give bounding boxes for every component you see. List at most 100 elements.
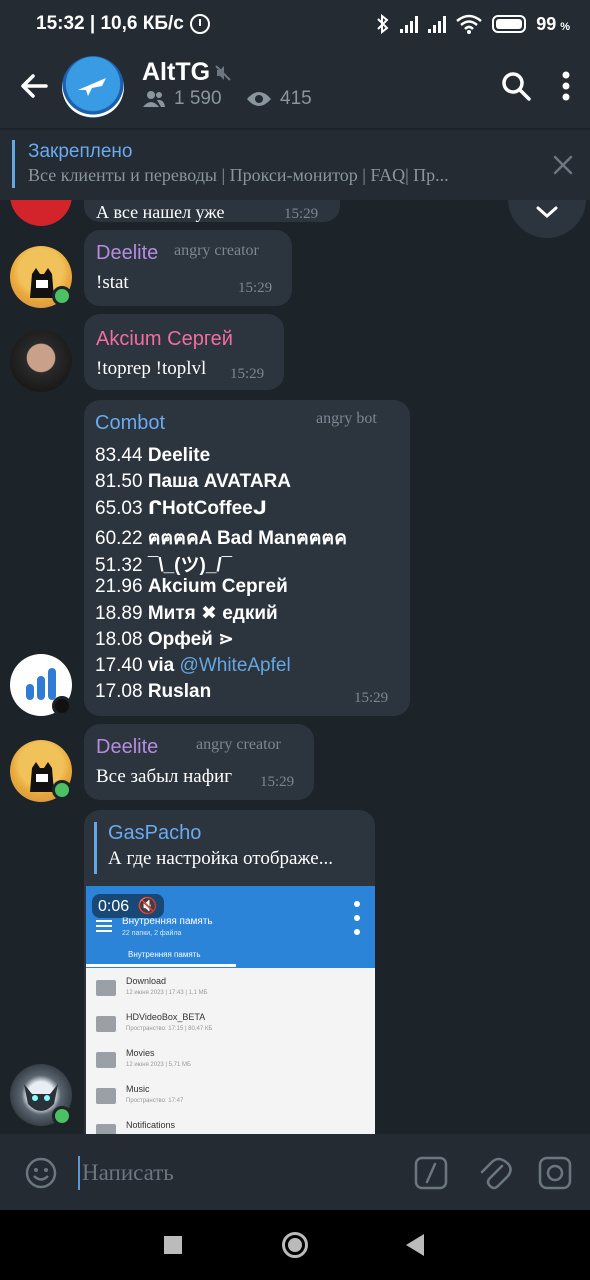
menu-icon [96, 920, 112, 932]
video-tab-underline [86, 964, 236, 967]
lb-score: 60.22 [95, 528, 143, 549]
video-preview[interactable]: Внутренняя память 22 папки, 2 файла Внут… [86, 886, 375, 1136]
camera-icon[interactable] [538, 1156, 572, 1190]
home-button[interactable] [282, 1232, 308, 1258]
channel-title[interactable]: AltTG [142, 58, 210, 87]
more-vertical-icon [354, 901, 360, 935]
message-bubble[interactable]: Deelite angry creator !stat 15:29 [84, 230, 292, 306]
avatar[interactable] [10, 330, 72, 392]
leaderboard-row: 81.50 Паша AVATARA [95, 471, 291, 493]
emoji-icon[interactable] [24, 1156, 58, 1190]
message-text: !toprep !toplvl [96, 358, 207, 379]
signal-icon [400, 15, 419, 33]
status-icons: 99 % [376, 14, 570, 35]
bluetooth-icon [377, 14, 389, 34]
more-vertical-icon[interactable] [554, 68, 578, 104]
lb-name: Deelite [147, 445, 211, 466]
lb-score: 17.08 [95, 681, 143, 702]
lb-score: 81.50 [95, 471, 143, 492]
lb-name: Ruslan [147, 681, 212, 702]
lb-score: 83.44 [95, 445, 143, 466]
sender-name[interactable]: Deelite [96, 242, 158, 265]
message-bubble-partial[interactable]: А все нашел уже 15:29 [84, 200, 340, 222]
chat-header: AltTG 1 590 415 [0, 48, 590, 128]
lb-name: Akcium Сергей [147, 576, 288, 597]
file-name: HDVideoBox_BETA [126, 1012, 206, 1022]
message-time: 15:29 [354, 690, 389, 706]
muted-speaker-icon[interactable]: 🔇 [138, 898, 158, 915]
message-bubble[interactable]: Deelite angry creator Все забыл нафиг 15… [84, 724, 314, 800]
members-value: 1 590 [174, 88, 222, 109]
channel-avatar[interactable] [62, 56, 124, 118]
file-meta: Пространство: 17:47 [126, 1098, 184, 1104]
video-duration-text: 0:06 [98, 898, 130, 915]
leaderboard-row: 18.08 Орфей ⋗ [95, 628, 234, 651]
chevron-down-icon [536, 206, 558, 219]
video-file-row: Download 12 июня 2023 | 17:43 | 1,1 МБ [86, 972, 375, 1008]
folder-icon [96, 980, 116, 996]
sender-name[interactable]: Deelite [96, 736, 158, 759]
lb-score: 18.89 [95, 603, 143, 624]
leaderboard-row: 21.96 Akcium Сергей [95, 576, 288, 598]
sender-role: angry bot [316, 410, 377, 427]
pinned-message[interactable]: Закреплено Все клиенты и переводы | Прок… [0, 130, 590, 200]
lb-name: ฅฅฅคA Bad Manฅฅฅค [147, 528, 347, 549]
views-value: 415 [280, 88, 312, 109]
scroll-down-button[interactable] [508, 200, 586, 238]
message-text: А все нашел уже [96, 202, 225, 222]
avatar[interactable] [10, 200, 72, 226]
folder-icon [96, 1052, 116, 1068]
lb-name: ¯\_(ツ)_/¯ [147, 555, 233, 576]
video-file-row: Music Пространство: 17:47 [86, 1080, 375, 1116]
leaderboard-row: 51.32 ¯\_(ツ)_/¯ [95, 550, 232, 577]
file-name: Download [126, 976, 167, 986]
reply-text: А где настройка отображе... [108, 848, 333, 869]
lb-name: ᒋHotCoffeeᒍ [147, 498, 267, 519]
back-button[interactable] [406, 1234, 424, 1256]
file-meta: 12 июня 2023 | 17:43 | 1,1 МБ [126, 990, 208, 996]
sender-role: angry creator [196, 736, 281, 753]
online-indicator [52, 780, 72, 800]
lb-score: 18.08 [95, 629, 143, 650]
folder-icon [96, 1088, 116, 1104]
members-count: 1 590 [142, 88, 222, 110]
battery-icon [492, 15, 527, 33]
lb-score: 17.40 [95, 655, 143, 676]
back-arrow-icon[interactable] [18, 70, 50, 102]
lb-name: Митя ✖ едкий [147, 603, 278, 624]
search-icon[interactable] [500, 70, 532, 102]
signal-icon-2 [428, 15, 447, 33]
message-composer [0, 1134, 590, 1210]
message-bubble[interactable]: Akcium Сергей !toprep !toplvl 15:29 [84, 314, 284, 390]
lb-score: 51.32 [95, 555, 143, 576]
recent-apps-button[interactable] [164, 1236, 182, 1254]
reply-sender: GasPacho [108, 822, 202, 844]
pinned-text: Все клиенты и переводы | Прокси-монитор … [28, 165, 449, 185]
sender-role: angry creator [174, 242, 259, 259]
system-navigation-bar [0, 1210, 590, 1280]
message-time: 15:29 [238, 280, 273, 296]
reply-bar [94, 822, 97, 874]
message-input[interactable] [78, 1156, 398, 1190]
views-count: 415 [246, 88, 312, 110]
leaderboard-row: 17.08 Ruslan [95, 681, 211, 703]
message-text: !stat [96, 272, 129, 293]
sender-name[interactable]: Akcium Сергей [96, 328, 233, 351]
wifi-icon [456, 14, 482, 34]
leaderboard-row: 18.89 Митя ✖ едкий [95, 602, 278, 625]
user-mention-link[interactable]: @WhiteApfel [180, 655, 291, 676]
bot-command-icon[interactable] [414, 1156, 448, 1190]
close-icon[interactable] [552, 154, 574, 176]
paperclip-icon[interactable] [478, 1154, 512, 1192]
file-meta: Пространство: 17:15 | 80,47 КБ [126, 1026, 213, 1032]
reply-preview[interactable]: GasPacho А где настройка отображе... [94, 822, 364, 874]
online-indicator [52, 286, 72, 306]
lb-score: 65.03 [95, 498, 143, 519]
battery-percent-sign: % [560, 21, 570, 33]
leaderboard-row: 83.44 Deelite [95, 445, 210, 467]
file-meta: 12 июня 2023 | 5,71 МБ [126, 1062, 191, 1068]
lb-name: Паша AVATARA [147, 471, 291, 492]
plane-logo-icon [78, 78, 106, 96]
message-time: 15:29 [284, 206, 319, 222]
sender-name[interactable]: Combot [95, 412, 165, 435]
